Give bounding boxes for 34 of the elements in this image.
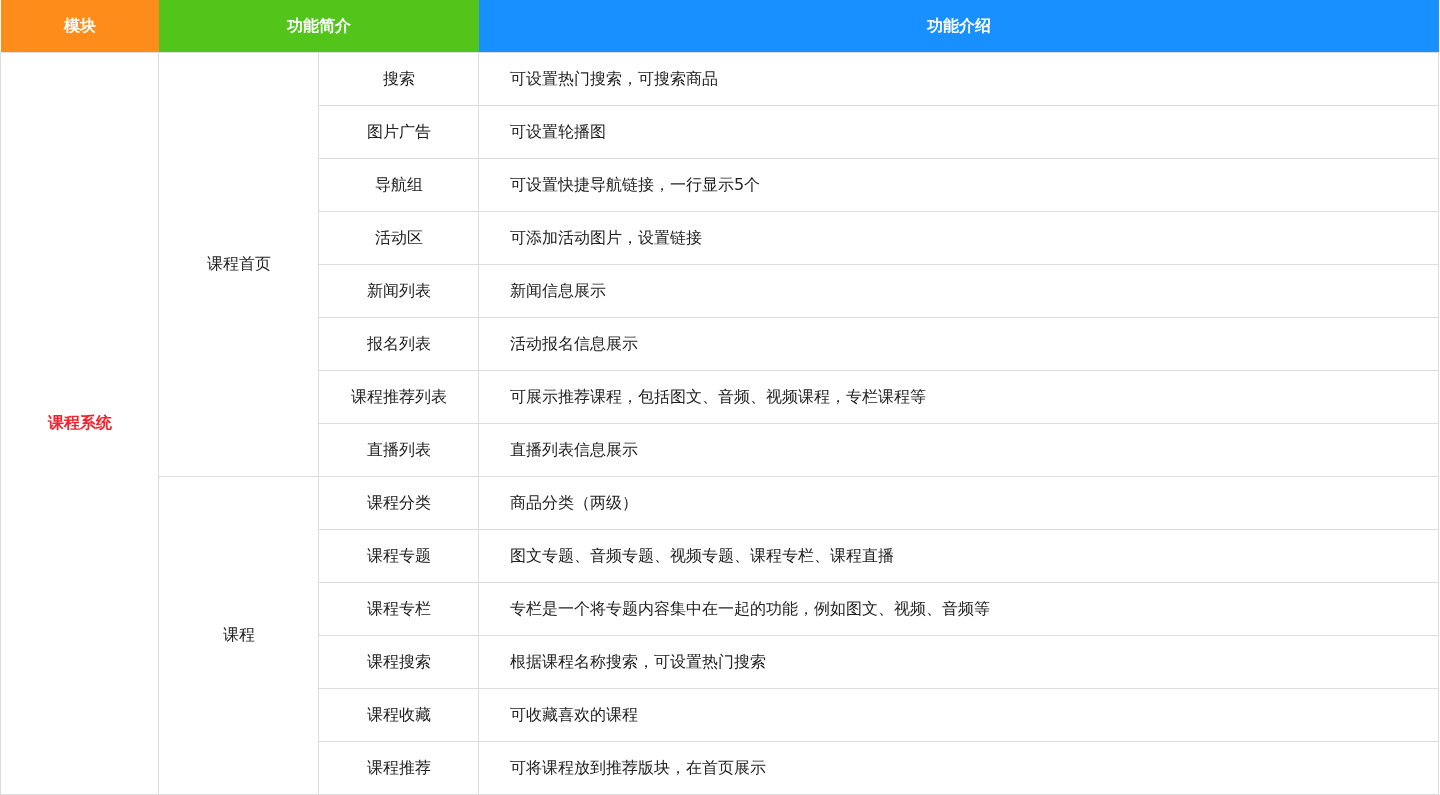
- column-header: 功能简介: [158, 0, 479, 53]
- description-cell: 可设置热门搜索，可搜索商品: [478, 52, 1439, 106]
- column-header: 模块: [0, 0, 159, 53]
- description-cell: 可将课程放到推荐版块，在首页展示: [478, 741, 1439, 795]
- description-cell: 可收藏喜欢的课程: [478, 688, 1439, 742]
- description-cell: 可设置快捷导航链接，一行显示5个: [478, 158, 1439, 212]
- feature-cell: 课程专栏: [318, 582, 479, 636]
- description-cell: 新闻信息展示: [478, 264, 1439, 318]
- description-cell: 可设置轮播图: [478, 105, 1439, 159]
- feature-cell: 课程推荐列表: [318, 370, 479, 424]
- feature-cell: 导航组: [318, 158, 479, 212]
- feature-cell: 课程收藏: [318, 688, 479, 742]
- feature-cell: 搜索: [318, 52, 479, 106]
- feature-cell: 新闻列表: [318, 264, 479, 318]
- feature-cell: 课程搜索: [318, 635, 479, 689]
- description-cell: 根据课程名称搜索，可设置热门搜索: [478, 635, 1439, 689]
- feature-cell: 活动区: [318, 211, 479, 265]
- feature-cell: 课程专题: [318, 529, 479, 583]
- feature-cell: 图片广告: [318, 105, 479, 159]
- description-cell: 活动报名信息展示: [478, 317, 1439, 371]
- description-cell: 可添加活动图片，设置链接: [478, 211, 1439, 265]
- description-cell: 专栏是一个将专题内容集中在一起的功能，例如图文、视频、音频等: [478, 582, 1439, 636]
- description-cell: 商品分类（两级）: [478, 476, 1439, 530]
- column-header: 功能介绍: [478, 0, 1439, 53]
- description-cell: 可展示推荐课程，包括图文、音频、视频课程，专栏课程等: [478, 370, 1439, 424]
- feature-cell: 课程分类: [318, 476, 479, 530]
- group-cell: 课程: [158, 476, 319, 795]
- group-cell: 课程首页: [158, 52, 319, 477]
- feature-cell: 报名列表: [318, 317, 479, 371]
- feature-cell: 直播列表: [318, 423, 479, 477]
- feature-cell: 课程推荐: [318, 741, 479, 795]
- description-cell: 直播列表信息展示: [478, 423, 1439, 477]
- module-cell: 课程系统: [0, 52, 159, 795]
- description-cell: 图文专题、音频专题、视频专题、课程专栏、课程直播: [478, 529, 1439, 583]
